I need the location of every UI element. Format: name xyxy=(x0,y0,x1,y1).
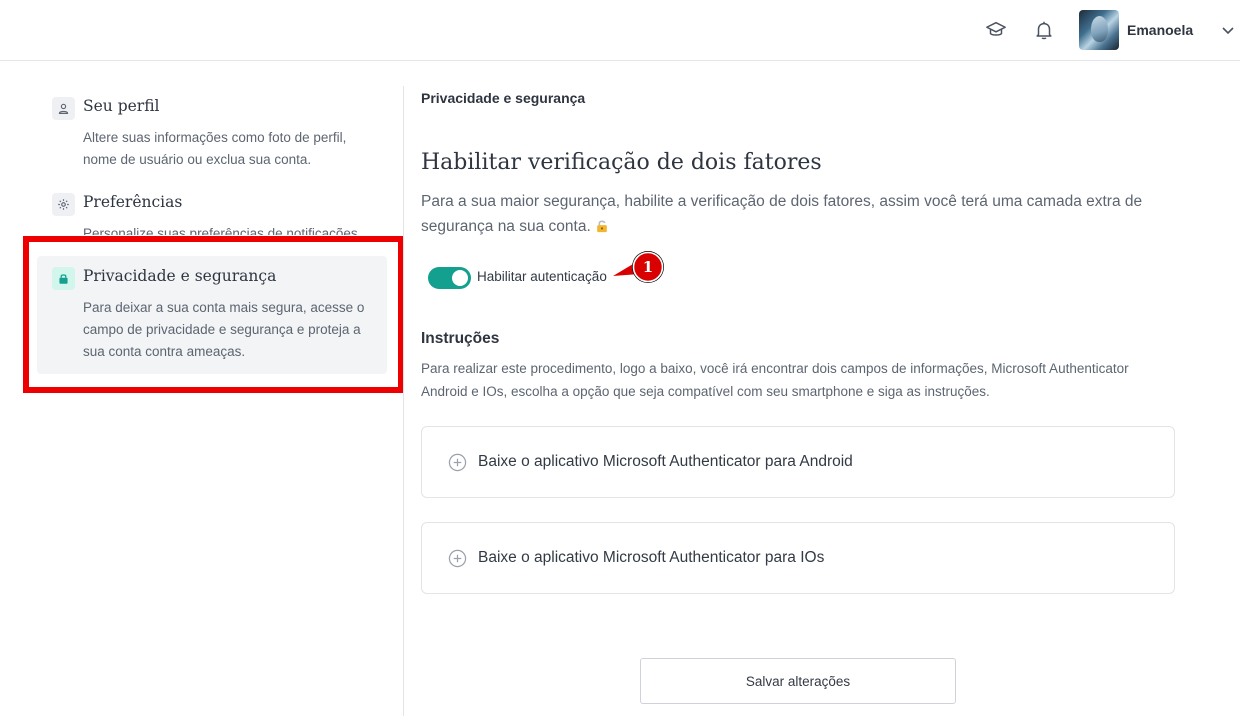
highlight-box xyxy=(23,236,404,393)
page-title: Habilitar verificação de dois fatores xyxy=(421,150,822,175)
sidebar-item-title: Seu perfil xyxy=(83,97,160,115)
two-factor-toggle[interactable] xyxy=(428,267,471,289)
toggle-label: Habilitar autenticação xyxy=(477,269,607,284)
graduation-cap-icon[interactable] xyxy=(984,18,1008,42)
chevron-down-icon[interactable] xyxy=(1220,22,1236,38)
callout-number: 1 xyxy=(642,258,654,276)
accordion-android[interactable]: Baixe o aplicativo Microsoft Authenticat… xyxy=(421,426,1175,498)
username[interactable]: Emanoela xyxy=(1127,22,1193,38)
accordion-ios[interactable]: Baixe o aplicativo Microsoft Authenticat… xyxy=(421,522,1175,594)
save-button[interactable]: Salvar alterações xyxy=(640,658,956,704)
sidebar-item-title: Preferências xyxy=(83,193,183,211)
instructions-title: Instruções xyxy=(421,330,500,347)
toggle-knob xyxy=(452,270,468,286)
vertical-divider xyxy=(403,86,404,716)
avatar[interactable] xyxy=(1079,10,1119,50)
top-bar: Emanoela xyxy=(0,0,1240,61)
gear-icon xyxy=(52,193,75,216)
plus-circle-icon xyxy=(448,549,467,568)
intro-text: Para a sua maior segurança, habilite a v… xyxy=(421,190,1161,239)
avatar-face xyxy=(1091,16,1108,42)
plus-circle-icon xyxy=(448,453,467,472)
sidebar-item-description: Personalize suas preferências de notific… xyxy=(83,226,362,235)
accordion-label: Baixe o aplicativo Microsoft Authenticat… xyxy=(478,549,825,566)
intro-text-content: Para a sua maior segurança, habilite a v… xyxy=(421,193,1143,235)
bell-icon[interactable] xyxy=(1032,18,1056,42)
instructions-text: Para realizar este procedimento, logo a … xyxy=(421,361,1129,399)
sidebar-item-description: Altere suas informações como foto de per… xyxy=(83,130,347,167)
accordion-label: Baixe o aplicativo Microsoft Authenticat… xyxy=(478,453,853,470)
breadcrumb: Privacidade e segurança xyxy=(421,90,586,106)
user-icon xyxy=(52,97,75,120)
lock-emoji-icon xyxy=(596,220,607,232)
